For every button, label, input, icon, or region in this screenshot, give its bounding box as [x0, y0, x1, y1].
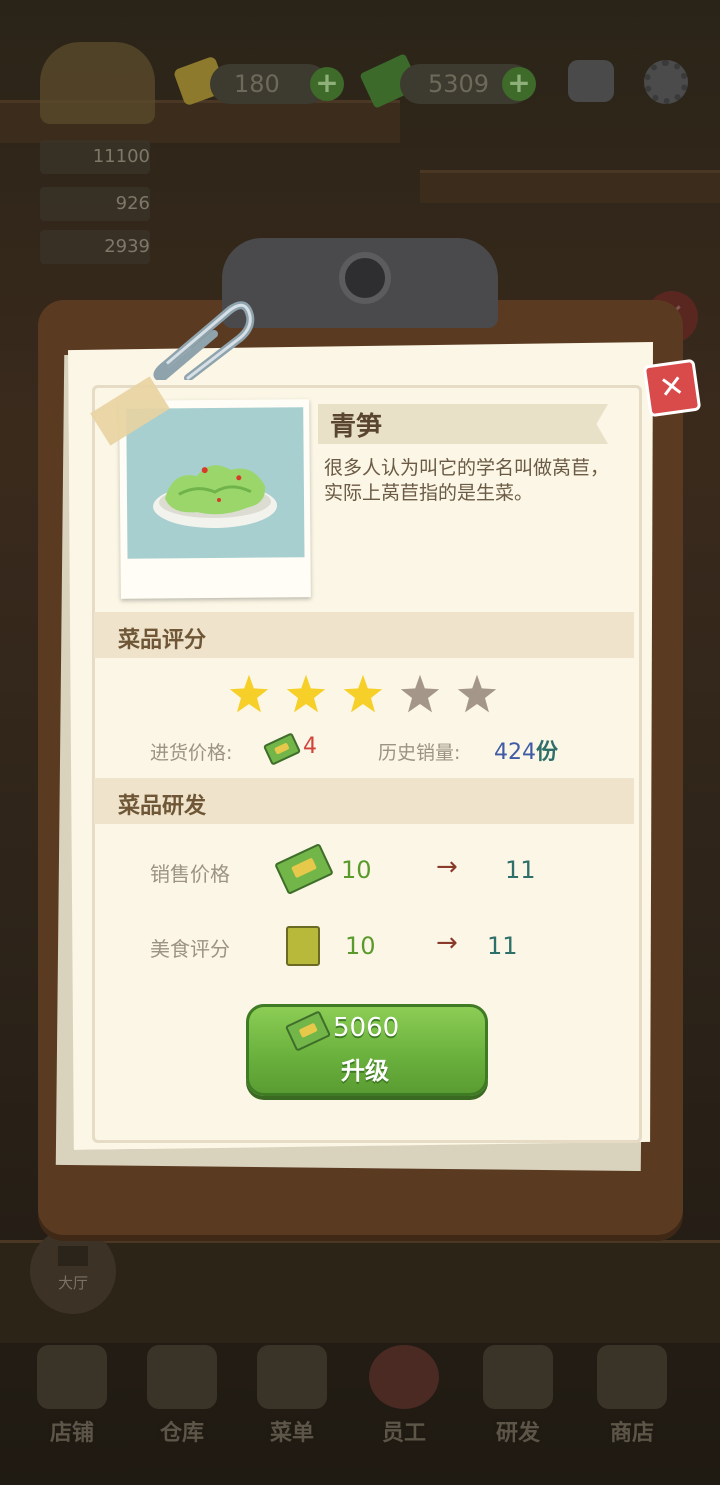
- store-icon: [37, 1345, 107, 1409]
- stat-value: 926: [115, 193, 150, 214]
- close-button[interactable]: ✕: [642, 358, 702, 418]
- lettuce-dish-icon: [153, 465, 278, 529]
- hall-button[interactable]: 大厅: [30, 1228, 116, 1314]
- nav-label: 研发: [495, 1421, 540, 1446]
- camera-icon[interactable]: [568, 60, 614, 102]
- sales-number: 424: [494, 740, 536, 765]
- stat-row: 926: [40, 187, 150, 221]
- nav-store[interactable]: 店铺: [22, 1345, 122, 1446]
- purchase-price-value: 4: [303, 734, 317, 759]
- paperclip-icon: [153, 301, 255, 380]
- stat-row: 11100: [40, 140, 150, 174]
- sales-label: 历史销量:: [378, 742, 461, 764]
- upgrade-button[interactable]: 5060 升级: [246, 1004, 488, 1096]
- add-cash-button[interactable]: +: [502, 67, 536, 101]
- nav-label: 员工: [381, 1421, 426, 1446]
- pot-icon: [483, 1345, 553, 1409]
- clip-hole: [339, 252, 391, 304]
- food-rating-label: 美食评分: [150, 937, 230, 961]
- sale-price-label: 销售价格: [150, 862, 230, 886]
- cash-value: 5309: [428, 70, 490, 98]
- nav-research[interactable]: 研发: [468, 1345, 568, 1446]
- nav-shop[interactable]: 商店: [582, 1345, 682, 1446]
- dish-image: [126, 407, 305, 559]
- rating-section-title: 菜品评分: [118, 628, 207, 653]
- stat-value: 2939: [104, 236, 150, 257]
- nav-label: 店铺: [49, 1421, 94, 1446]
- hall-label: 大厅: [57, 1274, 88, 1292]
- staff-icon: [369, 1345, 439, 1409]
- upgrade-label: 升级: [341, 1057, 389, 1085]
- nav-label: 商店: [609, 1421, 654, 1446]
- research-section-title: 菜品研发: [118, 794, 207, 819]
- arrow-icon: →: [436, 928, 458, 958]
- arrow-icon: →: [436, 852, 458, 882]
- food-rating-current: 10: [345, 932, 376, 960]
- dish-description: 很多人认为叫它的学名叫做莴苣，实际上莴苣指的是生菜。: [324, 457, 610, 504]
- shelf: [420, 170, 720, 203]
- dish-photo: [119, 399, 311, 599]
- sales-value: 424份: [494, 734, 558, 766]
- recipe-book-icon: [286, 926, 320, 966]
- gems-value: 180: [234, 70, 280, 98]
- add-gems-button[interactable]: +: [310, 67, 344, 101]
- clipboard-clip: [222, 238, 498, 328]
- stat-value: 11100: [92, 146, 150, 167]
- upgrade-cost: 5060: [333, 1013, 400, 1043]
- menu-icon: [257, 1345, 327, 1409]
- hall-icon: [58, 1246, 88, 1266]
- nav-label: 仓库: [159, 1421, 204, 1446]
- food-rating-next: 11: [487, 932, 518, 960]
- sale-price-current: 10: [341, 856, 372, 884]
- warehouse-icon: [147, 1345, 217, 1409]
- purchase-price-label: 进货价格:: [150, 742, 233, 764]
- cash-icon: [284, 1010, 332, 1052]
- gear-icon[interactable]: [644, 60, 688, 104]
- nav-label: 菜单: [269, 1421, 314, 1446]
- level-badge[interactable]: [40, 42, 155, 124]
- dish-name: 青笋: [330, 412, 383, 442]
- nav-staff[interactable]: 员工: [354, 1345, 454, 1446]
- close-icon: ✕: [657, 368, 687, 407]
- stat-row: 2939: [40, 230, 150, 264]
- sales-unit: 份: [536, 740, 559, 765]
- sale-price-next: 11: [505, 856, 536, 884]
- shop-icon: [597, 1345, 667, 1409]
- nav-warehouse[interactable]: 仓库: [132, 1345, 232, 1446]
- nav-menu[interactable]: 菜单: [242, 1345, 342, 1446]
